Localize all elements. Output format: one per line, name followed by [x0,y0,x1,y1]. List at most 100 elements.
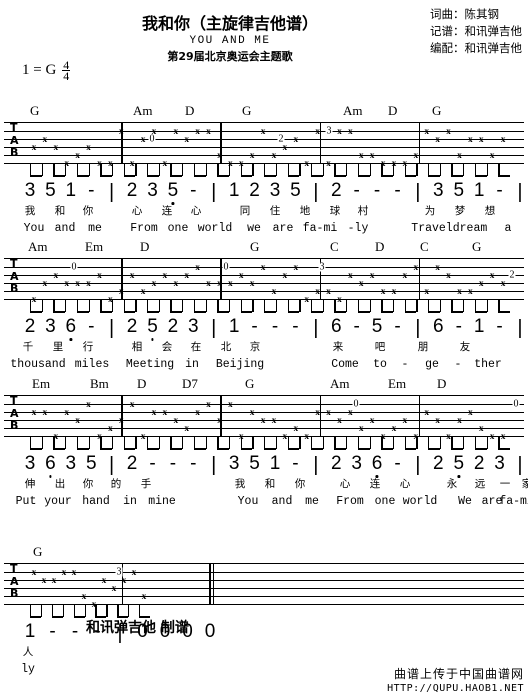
note-beam [357,448,370,450]
strum-mark: x [184,423,189,433]
tab-clef: TAB [10,562,19,600]
note-stem [111,437,114,449]
strum-mark: x [129,270,135,280]
lyric-syllable-cn: 朋 [417,341,429,353]
note-stem [182,300,184,312]
strum-mark: x [457,286,462,296]
tab-clef: TAB [10,121,19,159]
jianpu-note: 1 [269,453,281,474]
jianpu-note: - [394,316,401,337]
jianpu-note: - [353,180,360,201]
note-beam [264,175,276,177]
fret-number: 0 [512,398,520,410]
jianpu-note: 3 [45,316,56,337]
lyric-syllable-en: me [88,222,102,235]
jianpu-note: 1 [228,180,240,201]
lyric-syllable-cn: 永 [446,478,458,490]
lyric-syllable-en: Meeting [125,358,175,371]
strum-mark: x [468,286,473,296]
lyric-syllable-cn: 出 [54,478,66,490]
strum-mark: x [97,270,102,280]
jianpu-note: 3 [24,453,36,474]
page-subtitle-en: YOU AND ME [189,35,271,47]
measure-separator: | [517,454,523,476]
barline [418,396,421,436]
chord-symbol: Am [133,103,153,118]
note-beam [451,175,464,177]
jianpu-note: - [71,621,79,642]
note-beam [404,448,417,450]
strum-mark: x [337,415,342,425]
strum-mark: x [86,399,91,409]
note-stem [369,300,371,312]
strum-mark: x [457,415,462,425]
lyric-syllable-en: hand [82,495,110,508]
measure-separator: | [109,454,115,476]
measure-separator: | [313,317,319,339]
strum-mark: x [184,134,189,144]
lyric-syllable-cn: 里 [52,341,64,353]
lyric-syllable-en: are [272,222,294,235]
strum-mark: x [271,286,277,296]
jianpu-note: - [251,316,258,337]
lyric-syllable-cn: 会 [161,341,173,353]
page-subtitle-cn: 第29届北京奥运会主题歌 [167,50,293,63]
strum-mark: x [359,278,364,288]
note-stem [299,164,301,176]
strum-mark: x [435,134,440,144]
lyric-syllable-cn: 地 [299,205,311,217]
chord-symbol: Am [343,103,363,118]
strum-mark: x [424,407,429,417]
strum-mark: x [217,150,222,160]
staff-line [4,572,524,573]
chord-symbol: D7 [182,376,198,391]
strum-mark: x [217,278,222,288]
strum-mark: x [64,278,69,288]
note-beam [217,175,230,177]
note-stem [416,164,418,176]
note-stem [88,164,90,176]
chord-symbol: Em [388,376,407,391]
lyric-syllable-en: a [504,222,512,235]
strum-mark: x [195,407,200,417]
jianpu-note: 2 [330,180,342,201]
jianpu-note: 5 [453,180,465,201]
lyric-syllable-en: world [402,495,438,508]
chord-symbol: G [242,103,252,118]
lyric-syllable-cn: 伸 [24,478,36,490]
staff-line [4,147,524,148]
lyric-syllable-cn: 千 [22,341,34,353]
staff-line [4,580,524,581]
chord-symbol: G [245,376,255,391]
strum-mark: x [479,423,484,433]
jianpu-note: 5 [249,453,260,474]
lyric-syllable-cn: 和 [264,478,276,490]
note-beam [404,311,417,313]
lyric-syllable-en: and [54,222,76,235]
strum-mark: x [424,286,429,296]
lyric-syllable-cn: 我 [234,478,246,490]
strum-mark: x [315,126,320,136]
note-beam [123,448,136,450]
note-beam [217,311,230,313]
chord-row: Am Em D G C D C G [0,240,528,258]
lyric-syllable-en: miles [74,358,110,371]
strum-mark: x [119,415,124,425]
strum-mark: x [249,278,255,288]
chord-symbol: Am [28,239,48,254]
strum-mark: x [173,126,179,136]
note-stem [463,437,465,449]
note-beam [53,175,66,177]
watermark-text: 和讯弹吉他 制谱 [86,620,189,636]
lyric-syllable-cn: 来 [332,341,344,353]
strum-mark: x [119,286,124,296]
jianpu-note: - [190,180,197,201]
note-beam [474,175,487,177]
strum-mark: x [271,150,277,160]
strum-mark: x [337,126,342,136]
tab-staff: TABxxxxxxxxxxxxxxxxxxxxxxxxxxxxxxxxxxxxx… [4,257,524,304]
note-stem [62,605,65,617]
jianpu-note: 5 [453,453,464,478]
note-stem [135,437,137,449]
lyric-syllable-en: in [123,495,137,508]
